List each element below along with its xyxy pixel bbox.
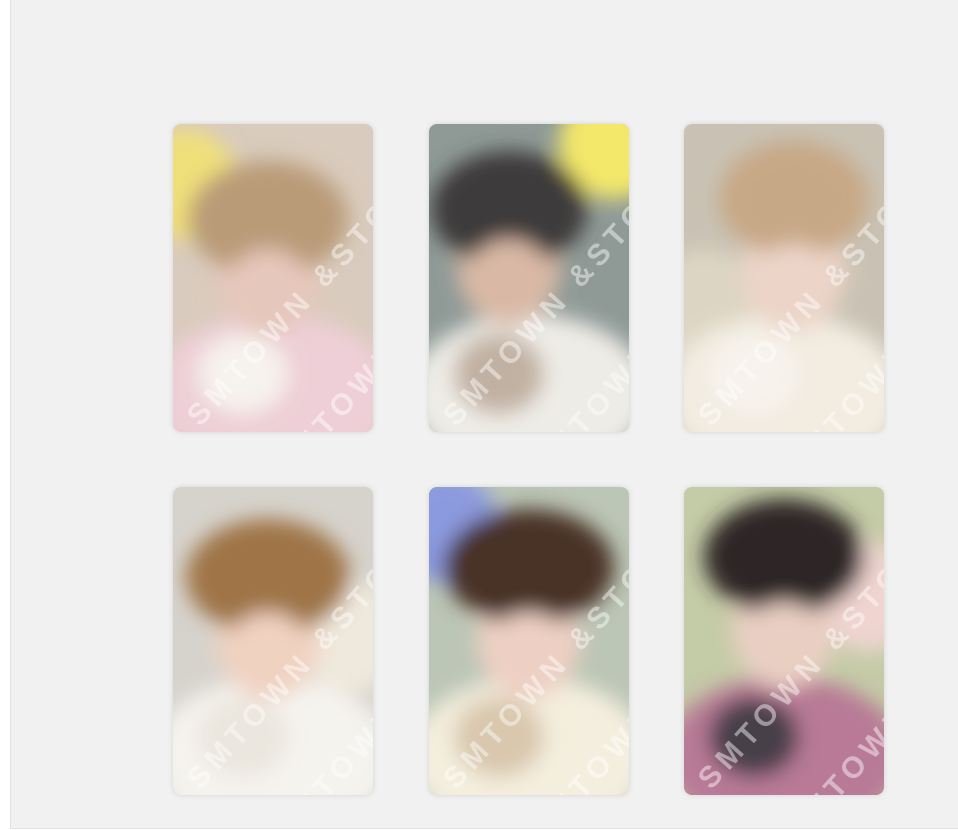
photocard-2-image: SMTOWN &STORESMTOWN &STORE	[429, 124, 629, 432]
photocard-4[interactable]: SMTOWN &STORESMTOWN &STORE	[173, 487, 373, 795]
photocard-6[interactable]: SMTOWN &STORESMTOWN &STORE	[684, 487, 884, 795]
photocard-5[interactable]: SMTOWN &STORESMTOWN &STORE	[429, 487, 629, 795]
photocard-5-image: SMTOWN &STORESMTOWN &STORE	[429, 487, 629, 795]
photocard-6-image: SMTOWN &STORESMTOWN &STORE	[684, 487, 884, 795]
photocard-1[interactable]: SMTOWN &STORESMTOWN &STORE	[173, 124, 373, 432]
photocard-2[interactable]: SMTOWN &STORESMTOWN &STORE	[429, 124, 629, 432]
photocard-gallery: SMTOWN &STORESMTOWN &STORE SMTOWN &STORE…	[10, 0, 958, 829]
photocard-3-image: SMTOWN &STORESMTOWN &STORE	[684, 124, 884, 432]
photocard-1-image: SMTOWN &STORESMTOWN &STORE	[173, 124, 373, 432]
photocard-4-image: SMTOWN &STORESMTOWN &STORE	[173, 487, 373, 795]
photocard-3[interactable]: SMTOWN &STORESMTOWN &STORE	[684, 124, 884, 432]
